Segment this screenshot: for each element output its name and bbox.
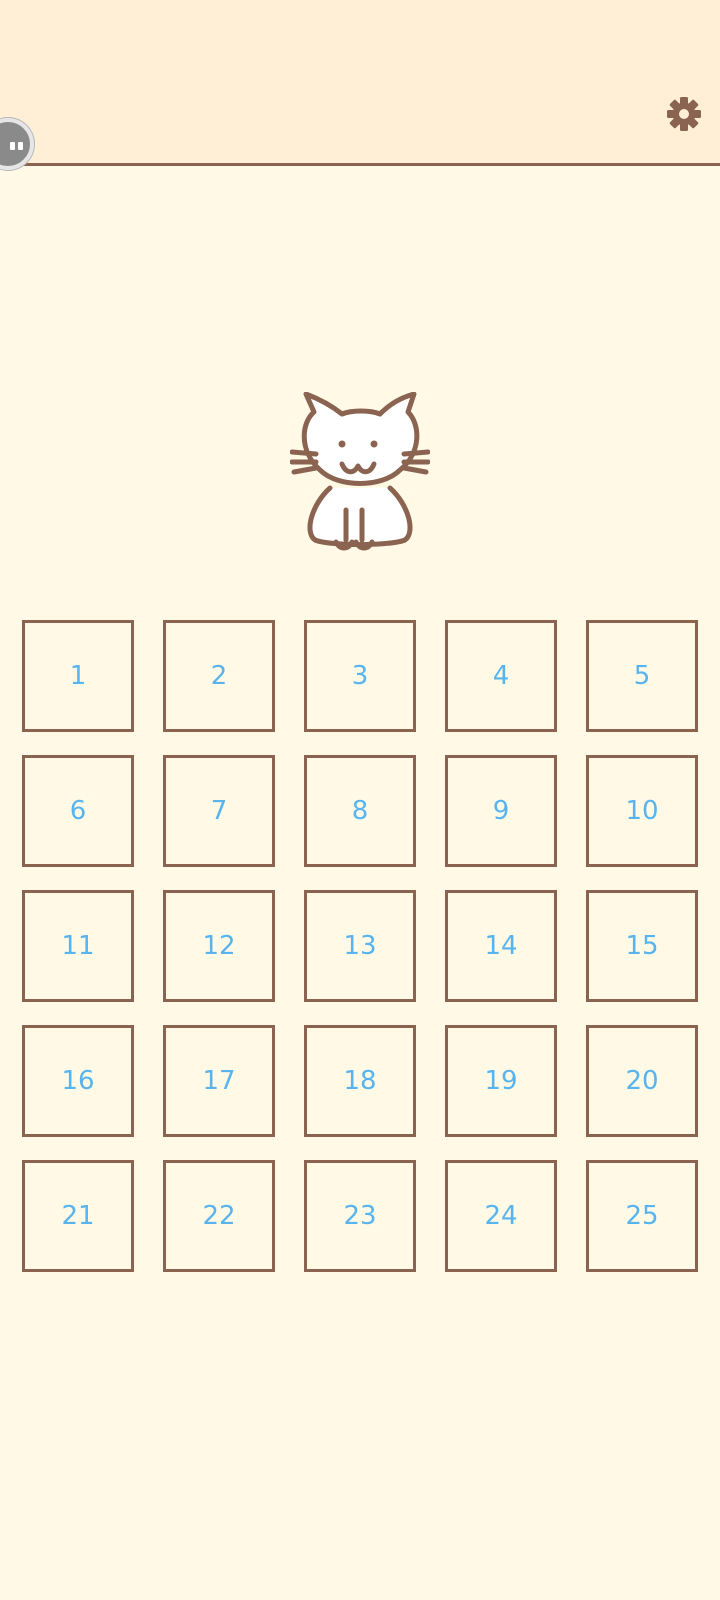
level-button-15[interactable]: 15	[586, 890, 698, 1002]
level-button-22[interactable]: 22	[163, 1160, 275, 1272]
gear-icon	[667, 97, 701, 131]
level-button-2[interactable]: 2	[163, 620, 275, 732]
cat-icon	[290, 392, 430, 551]
level-button-7[interactable]: 7	[163, 755, 275, 867]
level-button-23[interactable]: 23	[304, 1160, 416, 1272]
level-button-9[interactable]: 9	[445, 755, 557, 867]
level-button-18[interactable]: 18	[304, 1025, 416, 1137]
level-button-4[interactable]: 4	[445, 620, 557, 732]
level-button-8[interactable]: 8	[304, 755, 416, 867]
level-button-1[interactable]: 1	[22, 620, 134, 732]
settings-button[interactable]	[666, 96, 702, 132]
level-button-17[interactable]: 17	[163, 1025, 275, 1137]
level-button-10[interactable]: 10	[586, 755, 698, 867]
level-button-24[interactable]: 24	[445, 1160, 557, 1272]
level-button-16[interactable]: 16	[22, 1025, 134, 1137]
level-button-11[interactable]: 11	[22, 890, 134, 1002]
level-button-14[interactable]: 14	[445, 890, 557, 1002]
level-button-12[interactable]: 12	[163, 890, 275, 1002]
level-button-6[interactable]: 6	[22, 755, 134, 867]
level-button-21[interactable]: 21	[22, 1160, 134, 1272]
level-button-25[interactable]: 25	[586, 1160, 698, 1272]
level-button-3[interactable]: 3	[304, 620, 416, 732]
level-button-19[interactable]: 19	[445, 1025, 557, 1137]
level-button-5[interactable]: 5	[586, 620, 698, 732]
level-grid: 1 2 3 4 5 6 7 8 9 10 11 12 13 14 15 16 1…	[22, 620, 698, 1272]
level-button-20[interactable]: 20	[586, 1025, 698, 1137]
pause-bubble-icon	[10, 142, 15, 150]
pause-bubble-icon	[18, 142, 23, 150]
level-button-13[interactable]: 13	[304, 890, 416, 1002]
top-bar	[0, 0, 720, 166]
